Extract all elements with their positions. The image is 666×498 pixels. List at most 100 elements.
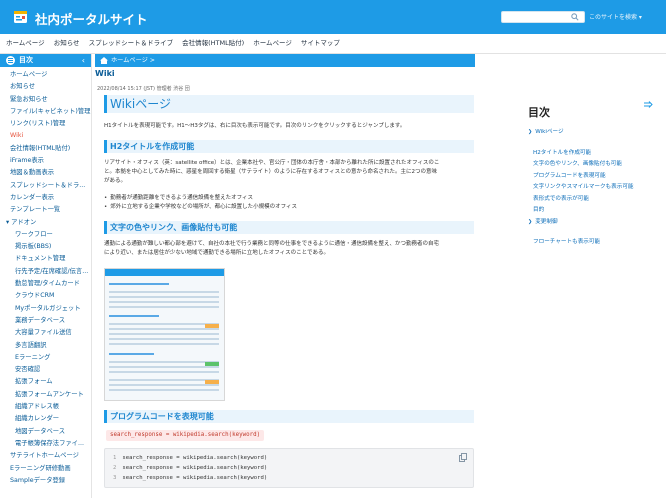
sidebar-item[interactable]: 勤怠管理/タイムカード	[0, 278, 91, 290]
paragraph-colored-1-text: 通勤による通勤が難しい都心部を避けて、自社の本社で行う業務と同等の仕事をできるよ…	[104, 241, 439, 247]
page-title: Wiki	[95, 69, 115, 78]
site-logo-icon[interactable]	[14, 11, 27, 23]
toc-link-label: フローチャートも表示可能	[533, 239, 601, 245]
home-icon[interactable]	[100, 57, 108, 64]
image-row	[109, 379, 219, 381]
search-scope-dropdown[interactable]: このサイトを検索 ▾	[589, 12, 642, 21]
toc-link-label: プログラムコードを表現可能	[533, 172, 606, 179]
paragraph-satellite-2: と。本拠を中心としてみた時に、惑星を周回する衛星（サテライト）のように存在するオ…	[104, 169, 438, 175]
sidebar-item[interactable]: Sampleデータ登録	[0, 475, 91, 487]
search-button[interactable]	[568, 11, 582, 23]
chevron-left-icon[interactable]: ‹	[82, 54, 85, 67]
toc-link[interactable]: プログラムコードを表現可能	[528, 171, 656, 183]
sidebar-toc-header[interactable]: 目次 ‹	[0, 54, 91, 67]
sidebar-item[interactable]: テンプレート一覧	[0, 204, 91, 216]
toc-link[interactable]: フローチャートも表示可能	[528, 237, 656, 249]
image-tag	[205, 380, 219, 384]
toc-link-label: Wikiページ	[535, 129, 564, 135]
sidebar-item[interactable]: Wiki	[0, 130, 91, 142]
nav-item[interactable]: 会社情報(HTML貼付)	[182, 34, 244, 52]
toc-link[interactable]: 目的	[528, 205, 656, 217]
sidebar-item[interactable]: Myポータルガジェット	[0, 303, 91, 315]
sidebar-item[interactable]: iFrame表示	[0, 155, 91, 167]
sidebar-item[interactable]: 業務データベース	[0, 315, 91, 327]
sidebar-item[interactable]: サテライトホームページ	[0, 450, 91, 462]
search-icon	[571, 13, 579, 21]
image-row	[109, 353, 154, 355]
sidebar-item[interactable]: 多言語翻訳	[0, 340, 91, 352]
sidebar-item[interactable]: 地図＆動画表示	[0, 167, 91, 179]
sidebar-item[interactable]: クラウドCRM	[0, 290, 91, 302]
toc-link[interactable]: H2タイトルを作成可能	[528, 148, 656, 160]
image-row	[109, 333, 219, 335]
global-nav: ホームページ お知らせ スプレッドシート＆ドライブ 会社情報(HTML貼付) ホームペー…	[0, 34, 666, 54]
code-block: 1 search_response = wikipedia.search(keyw…	[104, 448, 474, 488]
code-line: 3 search_response = wikipedia.search(keyw…	[113, 475, 267, 481]
sidebar-item[interactable]: ドキュメント管理	[0, 253, 91, 265]
image-tag	[205, 324, 219, 328]
toc-link[interactable]: 文字リンクやスマイルマークも表示可能	[528, 182, 656, 194]
toc-link[interactable]: 表形式での表示が可能	[528, 194, 656, 206]
page-meta: 2022/08/14 15:17 (JST) 管理者 渋谷 団	[97, 86, 190, 92]
nav-item[interactable]: スプレッドシート＆ドライブ	[89, 34, 174, 52]
toc-link[interactable]: ❯ Wikiページ	[528, 127, 656, 139]
sidebar-item[interactable]: Eラーニング	[0, 352, 91, 364]
heading-h2-color: 文字の色やリンク、画像貼付も可能	[104, 221, 474, 234]
sidebar-item[interactable]: 行先予定/在席確認/伝言...	[0, 266, 91, 278]
chevron-down-icon: ❯	[528, 129, 533, 135]
nav-item[interactable]: ホームページ	[6, 34, 45, 52]
image-row	[109, 283, 169, 285]
image-row	[109, 361, 219, 363]
sidebar-item[interactable]: Eラーニング研修動画	[0, 463, 91, 475]
sidebar-item[interactable]: 安否確認	[0, 364, 91, 376]
paragraph-colored-2: により近い、または居住が少ない地域で通勤できる場所に立地したオフィスのことである…	[104, 250, 329, 256]
site-title[interactable]: 社内ポータルサイト	[35, 9, 148, 28]
sidebar-item[interactable]: カレンダー表示	[0, 192, 91, 204]
collapse-toc-icon[interactable]	[643, 100, 653, 110]
sidebar-item[interactable]: 組織カレンダー	[0, 413, 91, 425]
sidebar-item[interactable]: 緊急お知らせ	[0, 94, 91, 106]
sidebar-item[interactable]: 地図データベース	[0, 426, 91, 438]
sidebar-item[interactable]: 組織アドレス帳	[0, 401, 91, 413]
sidebar-item[interactable]: ファイル(キャビネット)管理	[0, 106, 91, 118]
sidebar-item[interactable]: 掲示板(BBS)	[0, 241, 91, 253]
toc-link-label: 文字リンクやスマイルマークも表示可能	[533, 184, 634, 190]
image-row	[109, 323, 219, 325]
nav-item[interactable]: お知らせ	[54, 34, 80, 52]
sidebar-item[interactable]: 大容量ファイル送信	[0, 327, 91, 339]
sidebar-item[interactable]: リンク(リスト)管理	[0, 118, 91, 130]
menu-icon	[6, 56, 15, 65]
image-row	[109, 315, 159, 317]
sidebar-item[interactable]: 電子帳簿保存法ファイ...	[0, 438, 91, 450]
paragraph-colored-1: 通勤による通勤が難しい都心部を避けて、自社の本社で行う業務と同等の仕事をできるよ…	[104, 240, 439, 249]
copy-icon[interactable]	[459, 453, 467, 462]
toc-link[interactable]: ❯ 変更制御	[528, 217, 656, 229]
image-row	[109, 366, 219, 368]
right-toc-title: 目次	[528, 106, 550, 119]
image-row	[109, 389, 219, 391]
toc-link-label: H2タイトルを作成可能	[533, 149, 592, 156]
toc-link-label: 文字の色やリンク、画像貼付も可能	[533, 161, 622, 167]
heading-h2-code: プログラムコードを表現可能	[104, 410, 474, 423]
sidebar-item[interactable]: 拡張フォームアンケート	[0, 389, 91, 401]
code-line-text: search_response = wikipedia.search(keywo…	[122, 465, 268, 471]
image-row	[109, 328, 219, 330]
nav-item[interactable]: ホームページ	[253, 34, 292, 52]
paragraph-satellite-1: リアサイト・オフィス（英：satellite office）とは、企業本社や、官…	[104, 160, 440, 166]
sidebar-item[interactable]: 会社情報(HTML貼付)	[0, 143, 91, 155]
sidebar-item[interactable]: ホームページ	[0, 69, 91, 81]
list-item: 郊外に立地する企業や学校などの場所が、都心に設置した小規模のオフィス	[104, 203, 297, 212]
sidebar-item[interactable]: ワークフロー	[0, 229, 91, 241]
code-line: 2 search_response = wikipedia.search(keyw…	[113, 465, 267, 471]
sidebar-item[interactable]: お知らせ	[0, 81, 91, 93]
breadcrumb-link[interactable]: ホームページ >	[111, 54, 155, 67]
image-row	[109, 301, 219, 303]
sidebar-item[interactable]: スプレッドシート＆ドラ...	[0, 180, 91, 192]
sidebar-item[interactable]: 拡張フォーム	[0, 376, 91, 388]
code-line-number: 2	[113, 465, 117, 471]
sidebar-item[interactable]: ▾ アドオン	[0, 217, 91, 229]
toc-link[interactable]: 文字の色やリンク、画像貼付も可能	[528, 159, 656, 171]
nav-item[interactable]: サイトマップ	[301, 34, 340, 52]
chevron-down-icon: ❯	[528, 218, 533, 225]
image-row	[109, 306, 219, 308]
